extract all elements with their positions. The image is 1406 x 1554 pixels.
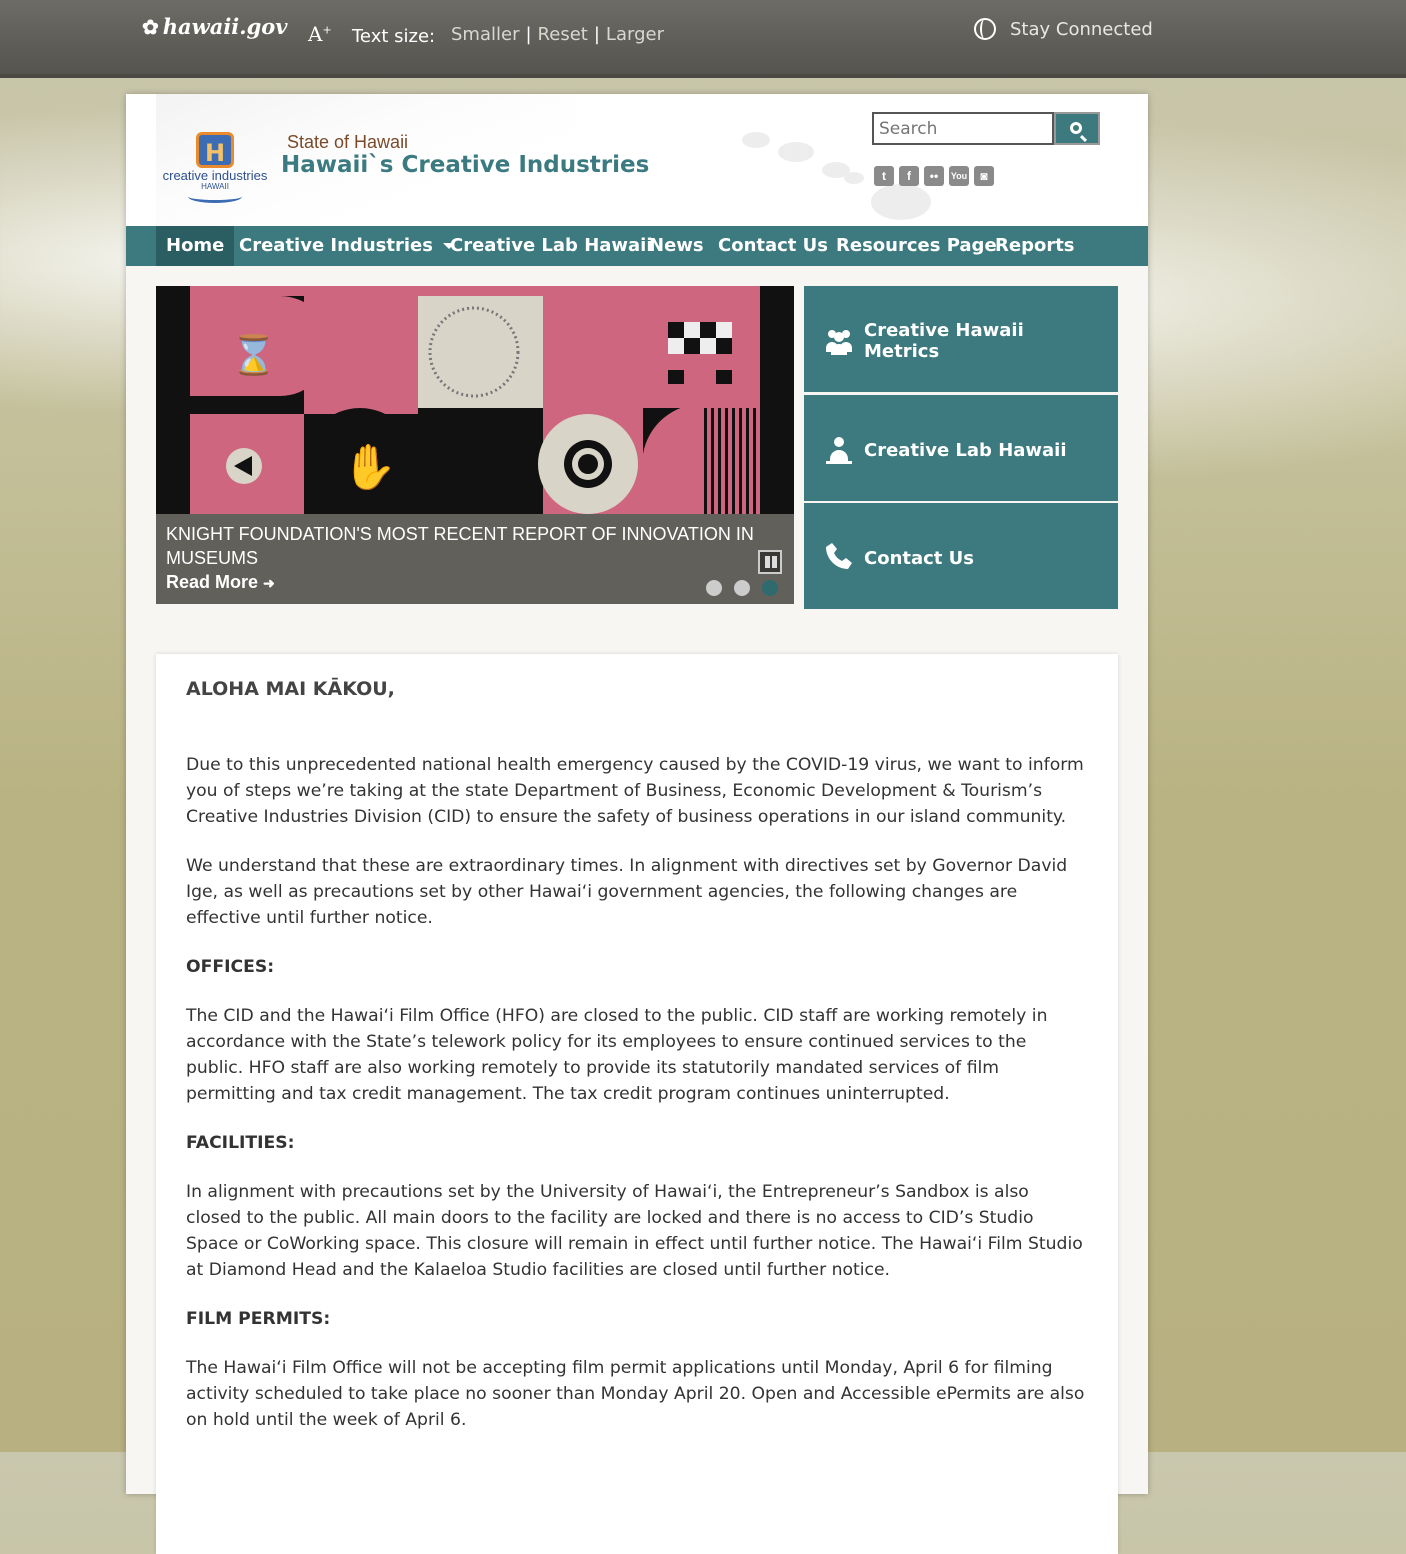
paragraph: In alignment with precautions set by the…	[186, 1182, 1083, 1280]
paragraph: We understand that these are extraordina…	[186, 856, 1068, 928]
hawaii-gov-logo[interactable]: ✿ hawaii.gov	[142, 14, 287, 39]
search-form	[872, 112, 1100, 145]
site-title[interactable]: Hawaii`s Creative Industries	[281, 152, 649, 178]
slide-caption[interactable]: KNIGHT FOUNDATION'S MOST RECENT REPORT O…	[166, 522, 766, 570]
top-bar: ✿ hawaii.gov A+ Text size: Smaller | Reset |…	[0, 0, 1406, 78]
slide-dot-2[interactable]	[734, 580, 750, 596]
main-content: ALOHA MAI KĀKOU, Due to this unprecedent…	[156, 654, 1118, 1554]
stay-connected-label: Stay Connected	[1010, 18, 1153, 40]
nav-news[interactable]: News	[639, 226, 714, 266]
nav-creative-industries-label: Creative Industries	[239, 235, 433, 256]
instagram-icon[interactable]: ◙	[974, 166, 994, 186]
section-title-offices: OFFICES:	[186, 957, 275, 977]
svg-text:⌛: ⌛	[230, 333, 277, 377]
nav-creative-industries[interactable]: Creative Industries	[229, 226, 465, 266]
stay-connected-link[interactable]: Stay Connected	[974, 18, 1153, 40]
slide-dot-3[interactable]	[762, 580, 778, 596]
text-size-controls: Smaller | Reset | Larger	[451, 24, 664, 45]
main-nav: Home Creative Industries Creative Lab Ha…	[126, 226, 1148, 266]
phone-icon	[826, 543, 852, 569]
slide-dot-1[interactable]	[706, 580, 722, 596]
twitter-icon[interactable]: t	[874, 166, 894, 186]
globe-icon	[974, 18, 996, 40]
youtube-icon[interactable]: You	[949, 166, 969, 186]
section-title-film-permits: FILM PERMITS:	[186, 1309, 331, 1329]
search-icon	[1070, 122, 1082, 134]
search-button[interactable]	[1054, 112, 1100, 145]
text-larger-link[interactable]: Larger	[606, 24, 664, 45]
article: ALOHA MAI KĀKOU, Due to this unprecedent…	[186, 676, 1088, 1456]
text-reset-link[interactable]: Reset	[538, 24, 588, 45]
tile-label: Creative Lab Hawaii	[864, 440, 1067, 461]
hawaii-gov-logo-text: hawaii.gov	[162, 14, 288, 39]
person-icon	[826, 437, 852, 464]
nav-reports[interactable]: Reports	[985, 226, 1085, 266]
site-header: H creative industries HAWAII State of Ha…	[126, 94, 1148, 226]
search-input[interactable]	[872, 112, 1054, 145]
separator: |	[593, 24, 600, 45]
section-title-facilities: FACILITIES:	[186, 1133, 295, 1153]
flickr-icon[interactable]: ••	[924, 166, 944, 186]
people-icon	[826, 330, 852, 355]
pause-button[interactable]	[758, 550, 782, 574]
news-slider[interactable]: ✋ ⌛ KNIGHT FOUNDATION'S MOST RECENT REPO…	[156, 286, 794, 604]
tile-contact-us[interactable]: Contact Us	[804, 503, 1118, 609]
slide-dots	[706, 580, 778, 596]
hibiscus-icon: ✿	[142, 15, 159, 39]
text-size-icon: A+	[308, 22, 332, 46]
svg-text:✋: ✋	[342, 442, 397, 493]
nav-resources-page[interactable]: Resources Page	[826, 226, 1007, 266]
tile-label: Contact Us	[864, 548, 975, 569]
read-more-label: Read More	[166, 572, 259, 592]
text-smaller-link[interactable]: Smaller	[451, 24, 519, 45]
creative-industries-logo[interactable]: H creative industries HAWAII	[160, 132, 270, 210]
nav-creative-lab-hawaii[interactable]: Creative Lab Hawaii	[440, 226, 663, 266]
logo-text: creative industries	[162, 168, 268, 183]
state-label: State of Hawaii	[287, 132, 409, 152]
read-more-link[interactable]: Read More ➜	[166, 572, 275, 593]
social-links: t f •• You ◙	[874, 166, 994, 186]
logo-wave	[188, 190, 242, 203]
paragraph: Due to this unprecedented national healt…	[186, 755, 1084, 827]
main-card: H creative industries HAWAII State of Ha…	[126, 94, 1148, 1554]
sign-in-arrow-icon: ➜	[263, 575, 275, 591]
tile-label: Creative Hawaii Metrics	[864, 320, 1024, 362]
facebook-icon[interactable]: f	[899, 166, 919, 186]
tile-creative-lab-hawaii[interactable]: Creative Lab Hawaii	[804, 395, 1118, 501]
nav-home[interactable]: Home	[156, 226, 235, 266]
nav-contact-us[interactable]: Contact Us	[708, 226, 838, 266]
text-size-label: Text size:	[352, 26, 436, 47]
article-heading: ALOHA MAI KĀKOU,	[186, 678, 395, 700]
paragraph: The Hawai‘i Film Office will not be acce…	[186, 1358, 1085, 1430]
separator: |	[525, 24, 532, 45]
tile-creative-hawaii-metrics[interactable]: Creative Hawaii Metrics	[804, 286, 1118, 392]
logo-h-icon: H	[196, 132, 234, 168]
paragraph: The CID and the Hawai‘i Film Office (HFO…	[186, 1006, 1048, 1104]
